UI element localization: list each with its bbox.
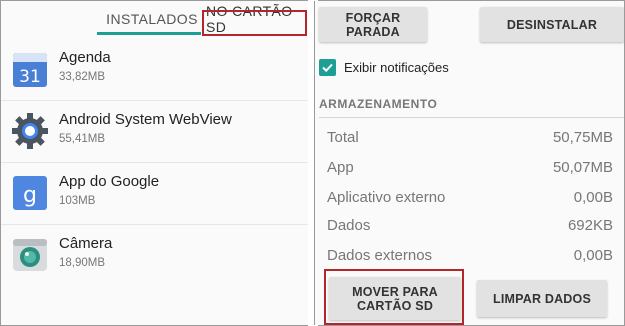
app-size: 55,41MB <box>59 133 106 145</box>
webview-gear-icon <box>11 111 49 151</box>
storage-row-external-data: Dados externos 0,00B <box>327 245 613 271</box>
app-size: 18,90MB <box>59 257 106 269</box>
storage-value: 50,07MB <box>552 159 613 176</box>
app-list-item[interactable]: Câmera 18,90MB <box>1 225 308 287</box>
move-to-sd-button[interactable]: MOVER PARA CARTÃO SD <box>329 277 461 320</box>
storage-value: 50,75MB <box>552 129 613 146</box>
force-stop-button[interactable]: FORÇAR PARADA <box>319 7 427 42</box>
sd-tab-highlight-box <box>202 10 307 36</box>
app-list-item[interactable]: 31 Agenda 33,82MB <box>1 39 308 101</box>
storage-value: 0,00B <box>573 189 613 206</box>
clear-data-button[interactable]: LIMPAR DADOS <box>477 280 607 317</box>
camera-icon <box>11 235 49 275</box>
uninstall-button[interactable]: DESINSTALAR <box>480 7 624 42</box>
app-info-panel: FORÇAR PARADA DESINSTALAR Exibir notific… <box>314 1 624 325</box>
app-list-panel: INSTALADOS NO CARTÃO SD 31 Agenda 33,82M… <box>1 1 308 325</box>
storage-label: Total <box>327 129 359 146</box>
calendar-icon-text: 31 <box>19 67 41 87</box>
storage-row-external-app: Aplicativo externo 0,00B <box>327 187 613 213</box>
app-size: 33,82MB <box>59 71 106 83</box>
app-name: App do Google <box>59 173 160 190</box>
calendar-icon: 31 <box>11 49 49 89</box>
storage-value: 0,00B <box>573 247 613 264</box>
storage-row-app: App 50,07MB <box>327 157 613 183</box>
google-icon-text: g <box>23 183 37 208</box>
app-name: Android System WebView <box>59 111 232 128</box>
app-name: Câmera <box>59 235 113 252</box>
notifications-row[interactable]: Exibir notificações <box>319 56 449 78</box>
app-size: 103MB <box>59 195 96 207</box>
storage-label: Dados externos <box>327 247 433 264</box>
app-list-item[interactable]: g App do Google 103MB <box>1 163 308 225</box>
storage-label: Aplicativo externo <box>327 189 446 206</box>
tab-bar: INSTALADOS NO CARTÃO SD <box>1 1 308 37</box>
notifications-checkbox[interactable] <box>319 58 336 76</box>
tab-active-indicator <box>97 32 201 35</box>
checkmark-icon <box>322 63 333 72</box>
google-icon: g <box>11 173 49 213</box>
app-list-item[interactable]: Android System WebView 55,41MB <box>1 101 308 163</box>
storage-section-title: ARMAZENAMENTO <box>319 97 438 111</box>
storage-label: App <box>327 159 354 176</box>
divider <box>319 117 624 118</box>
storage-row-data: Dados 692KB <box>327 215 613 241</box>
notifications-label: Exibir notificações <box>344 59 449 75</box>
storage-value: 692KB <box>567 217 613 234</box>
storage-row-total: Total 50,75MB <box>327 127 613 153</box>
storage-label: Dados <box>327 217 371 234</box>
app-name: Agenda <box>59 49 111 66</box>
